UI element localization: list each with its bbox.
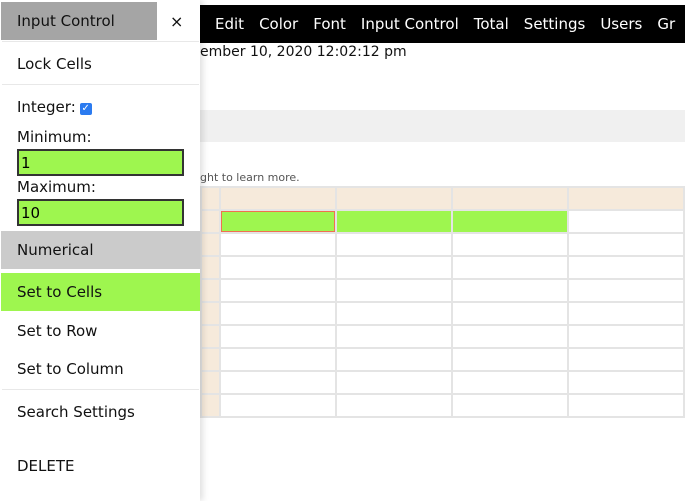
cell[interactable] — [451, 301, 570, 326]
cell[interactable] — [335, 278, 454, 303]
integer-field: Integer: ✓ — [17, 98, 92, 116]
menu-edit[interactable]: Edit — [215, 15, 244, 33]
header-row — [199, 186, 685, 211]
minimum-label: Minimum: — [17, 128, 92, 146]
cell[interactable] — [451, 209, 570, 234]
table-row — [199, 278, 685, 303]
cell[interactable] — [567, 278, 685, 303]
spreadsheet-grid — [199, 186, 685, 418]
cell[interactable] — [219, 232, 338, 257]
cell[interactable] — [451, 232, 570, 257]
minimum-input[interactable] — [17, 149, 184, 176]
divider — [2, 389, 199, 390]
cell[interactable] — [335, 370, 454, 395]
row-header[interactable] — [199, 301, 222, 326]
menu-bar: Edit Color Font Input Control Total Sett… — [200, 5, 685, 43]
row-header[interactable] — [199, 232, 222, 257]
row-header[interactable] — [199, 255, 222, 280]
divider — [2, 84, 199, 85]
table-row — [199, 209, 685, 234]
table-row — [199, 347, 685, 372]
column-header[interactable] — [451, 186, 570, 211]
row-header[interactable] — [199, 278, 222, 303]
cell[interactable] — [335, 255, 454, 280]
cell[interactable] — [567, 324, 685, 349]
table-row — [199, 232, 685, 257]
cell[interactable] — [335, 301, 454, 326]
cell[interactable] — [567, 232, 685, 257]
cell[interactable] — [219, 324, 338, 349]
menu-users[interactable]: Users — [600, 15, 642, 33]
cell[interactable] — [451, 347, 570, 372]
table-row — [199, 393, 685, 418]
cell[interactable] — [219, 301, 338, 326]
set-to-cells-button[interactable]: Set to Cells — [1, 273, 200, 311]
maximum-label: Maximum: — [17, 178, 96, 196]
cell[interactable] — [567, 370, 685, 395]
cell[interactable] — [567, 347, 685, 372]
cell[interactable] — [451, 370, 570, 395]
integer-checkbox[interactable]: ✓ — [79, 103, 92, 115]
menu-more[interactable]: Gr — [657, 15, 675, 33]
cell[interactable] — [451, 393, 570, 418]
menu-color[interactable]: Color — [259, 15, 298, 33]
table-row — [199, 370, 685, 395]
hint-text: ght to learn more. — [200, 171, 300, 184]
cell[interactable] — [451, 324, 570, 349]
input-control-panel: Input Control × Lock Cells Integer: ✓ Min… — [0, 0, 200, 501]
menu-font[interactable]: Font — [313, 15, 346, 33]
divider — [2, 41, 199, 42]
cell[interactable] — [335, 232, 454, 257]
cell[interactable] — [451, 278, 570, 303]
row-header[interactable] — [199, 209, 222, 234]
toolbar-band — [200, 110, 685, 142]
cell[interactable] — [335, 347, 454, 372]
timestamp: ember 10, 2020 12:02:12 pm — [200, 44, 407, 60]
row-header[interactable] — [199, 393, 222, 418]
column-header[interactable] — [335, 186, 454, 211]
table-row — [199, 301, 685, 326]
menu-input-control[interactable]: Input Control — [361, 15, 459, 33]
lock-cells-button[interactable]: Lock Cells — [1, 45, 200, 83]
cell[interactable] — [335, 324, 454, 349]
set-to-row-button[interactable]: Set to Row — [1, 312, 200, 350]
cell[interactable] — [335, 209, 454, 234]
close-icon[interactable]: × — [170, 12, 183, 31]
search-settings-button[interactable]: Search Settings — [1, 393, 200, 431]
row-header[interactable] — [199, 370, 222, 395]
numerical-button[interactable]: Numerical — [1, 231, 200, 269]
row-header[interactable] — [199, 324, 222, 349]
panel-title: Input Control — [1, 2, 157, 40]
menu-settings[interactable]: Settings — [524, 15, 586, 33]
cell[interactable] — [567, 393, 685, 418]
cell[interactable] — [219, 255, 338, 280]
cell[interactable] — [567, 255, 685, 280]
cell[interactable] — [451, 255, 570, 280]
column-header[interactable] — [219, 186, 338, 211]
cell[interactable] — [219, 370, 338, 395]
cell[interactable] — [219, 278, 338, 303]
cell[interactable] — [219, 393, 338, 418]
set-to-column-button[interactable]: Set to Column — [1, 350, 200, 388]
delete-button[interactable]: DELETE — [1, 447, 200, 485]
cell[interactable] — [567, 209, 685, 234]
column-header[interactable] — [567, 186, 685, 211]
row-header[interactable] — [199, 347, 222, 372]
cell[interactable] — [219, 209, 338, 234]
menu-total[interactable]: Total — [474, 15, 509, 33]
cell[interactable] — [567, 301, 685, 326]
table-row — [199, 255, 685, 280]
maximum-input[interactable] — [17, 199, 184, 226]
integer-label: Integer: — [17, 98, 76, 116]
table-row — [199, 324, 685, 349]
cell[interactable] — [219, 347, 338, 372]
row-header[interactable] — [199, 186, 222, 211]
cell[interactable] — [335, 393, 454, 418]
